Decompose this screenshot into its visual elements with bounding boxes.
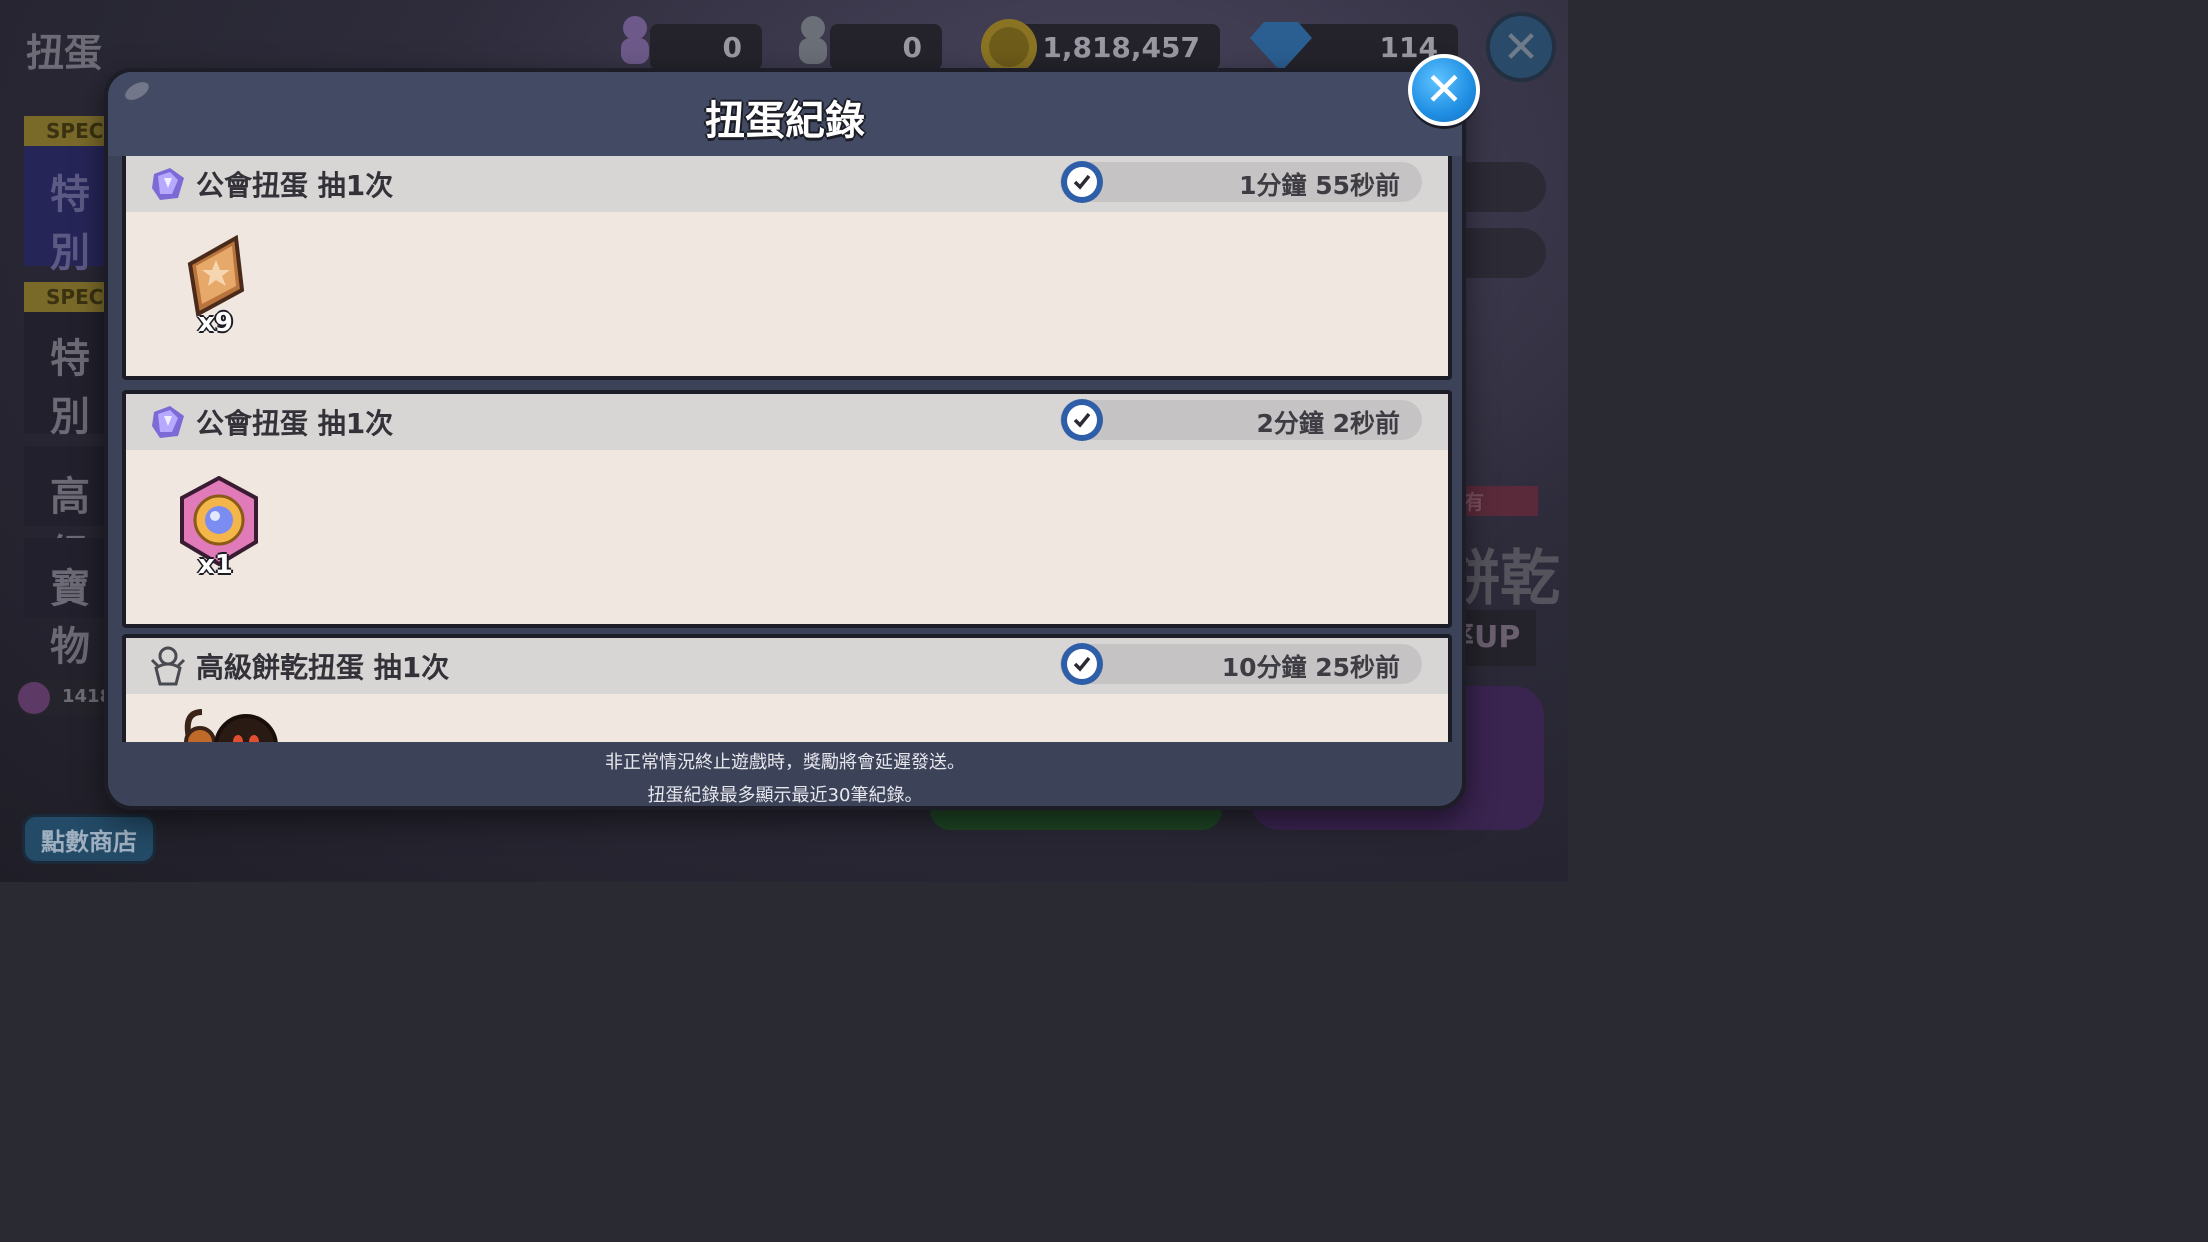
side-tab-special-2[interactable]: 特別 xyxy=(24,312,114,440)
gacha-history-modal: 扭蛋紀錄 公會扭蛋 抽1次 1分鐘 55秒前 x9 公會扭蛋 抽1次 2分鐘 2… xyxy=(104,68,1466,810)
currency-value: 0 xyxy=(902,30,922,64)
record-time: 10分鐘 25秒前 xyxy=(1060,643,1422,685)
record-time: 2分鐘 2秒前 xyxy=(1060,399,1422,441)
side-tab-premium[interactable]: 高級 xyxy=(24,446,114,578)
notice-text: 非正常情況終止遊戲時，獎勵將會延遲發送。 xyxy=(605,752,965,773)
cookie-gacha-icon xyxy=(150,646,186,686)
background-close-button[interactable]: ✕ xyxy=(1486,12,1556,82)
points-counter: 1418 xyxy=(16,680,112,716)
screen-title: 扭蛋 xyxy=(26,31,103,75)
rate-badge: 有 xyxy=(1460,486,1538,516)
mileage-coin-icon xyxy=(18,682,50,714)
record-header: 公會扭蛋 抽1次 1分鐘 55秒前 xyxy=(126,156,1448,212)
currency-purple-token: 0 xyxy=(650,24,762,70)
record-header: 高級餅乾扭蛋 抽1次 10分鐘 25秒前 xyxy=(126,638,1448,694)
side-tab-treasure[interactable]: 寶物 xyxy=(24,538,114,670)
record-time-text: 2分鐘 2秒前 xyxy=(1256,409,1401,438)
history-record: 高級餅乾扭蛋 抽1次 10分鐘 25秒前 xyxy=(122,634,1452,742)
dark-cookie-item-icon xyxy=(184,709,278,742)
reward-item[interactable] xyxy=(176,702,278,742)
history-record: 公會扭蛋 抽1次 1分鐘 55秒前 x9 xyxy=(122,156,1452,380)
close-button[interactable]: ✕ xyxy=(1408,54,1480,126)
side-tab-label: 特別 xyxy=(50,336,90,440)
side-tab-special-1[interactable]: 特別 xyxy=(24,146,114,276)
record-time-text: 10分鐘 25秒前 xyxy=(1221,653,1400,682)
spec-tag: SPEC xyxy=(24,282,114,312)
modal-title: 扭蛋紀錄 xyxy=(705,98,865,144)
currency-value: 1,818,457 xyxy=(1042,30,1200,64)
close-icon: ✕ xyxy=(1424,62,1464,116)
guild-gacha-crystal-icon xyxy=(152,168,184,200)
reward-item[interactable]: x9 xyxy=(176,234,256,338)
history-list[interactable]: 公會扭蛋 抽1次 1分鐘 55秒前 x9 公會扭蛋 抽1次 2分鐘 2秒前 x1… xyxy=(122,156,1452,742)
reward-quantity: x9 xyxy=(198,308,233,338)
record-time: 1分鐘 55秒前 xyxy=(1060,161,1422,203)
points-shop-button[interactable]: 點數商店 xyxy=(22,814,156,864)
currency-coins: 1,818,457 xyxy=(1010,24,1220,70)
record-title: 公會扭蛋 抽1次 xyxy=(196,169,394,202)
guild-gacha-crystal-icon xyxy=(152,406,184,438)
record-time-text: 1分鐘 55秒前 xyxy=(1239,171,1400,200)
notice-text: 扭蛋紀錄最多顯示最近30筆紀錄。 xyxy=(647,785,923,806)
history-record: 公會扭蛋 抽1次 2分鐘 2秒前 x1 xyxy=(122,390,1452,628)
side-tab-label: 特別 xyxy=(50,172,90,276)
clock-icon xyxy=(1061,399,1103,441)
spec-tag: SPEC xyxy=(24,116,114,146)
clock-icon xyxy=(1061,643,1103,685)
reward-item[interactable]: x1 xyxy=(176,475,258,580)
modal-header: 扭蛋紀錄 xyxy=(108,72,1462,156)
currency-value: 0 xyxy=(722,30,742,64)
record-title: 公會扭蛋 抽1次 xyxy=(196,407,394,440)
side-tab-label: 寶物 xyxy=(50,566,90,670)
silver-cookie-token-icon xyxy=(799,16,827,64)
record-header: 公會扭蛋 抽1次 2分鐘 2秒前 xyxy=(126,394,1448,450)
clock-icon xyxy=(1061,161,1103,203)
reward-quantity: x1 xyxy=(198,550,233,580)
currency-silver-token: 0 xyxy=(830,24,942,70)
record-title: 高級餅乾扭蛋 抽1次 xyxy=(196,651,450,684)
crystal-gem-icon xyxy=(1250,22,1312,72)
purple-cookie-token-icon xyxy=(621,16,649,64)
